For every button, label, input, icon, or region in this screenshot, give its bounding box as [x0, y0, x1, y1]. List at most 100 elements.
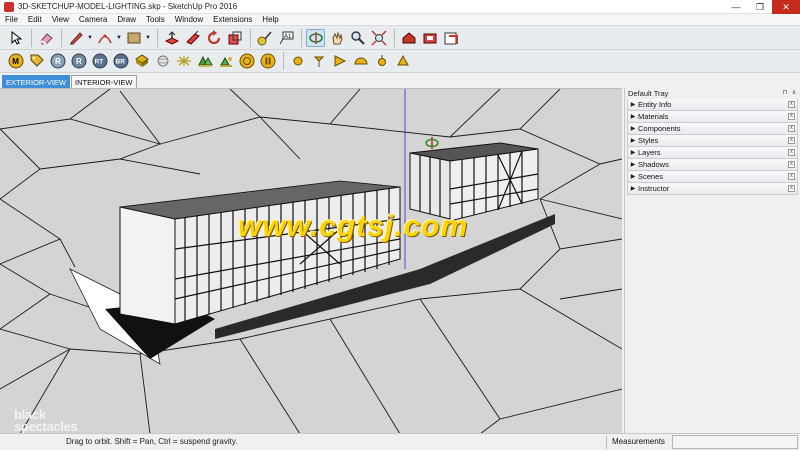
minimize-button[interactable]: — — [724, 0, 748, 14]
tray-title: Default Tray — [628, 89, 669, 98]
menu-extensions[interactable]: Extensions — [208, 14, 257, 26]
tab-interior-view[interactable]: INTERIOR-VIEW — [71, 75, 137, 88]
orbit-icon[interactable] — [306, 28, 325, 47]
plugin-light-icon[interactable] — [174, 52, 193, 70]
send-to-layout-icon[interactable] — [441, 29, 460, 47]
menu-camera[interactable]: Camera — [74, 14, 112, 26]
menu-edit[interactable]: Edit — [23, 14, 47, 26]
chevron-down-icon[interactable]: ▼ — [87, 35, 93, 41]
main-end-wall — [119, 206, 176, 325]
plugin-r2-icon[interactable]: R — [69, 52, 88, 70]
panel-components[interactable]: ▶ Components x — [627, 123, 798, 135]
expand-arrow-icon[interactable]: ▶ — [628, 161, 638, 168]
light-omni-icon[interactable] — [288, 52, 307, 70]
plugin-tree-icon[interactable] — [195, 52, 214, 70]
expand-arrow-icon[interactable]: ▶ — [628, 137, 638, 144]
panel-close-button[interactable]: x — [788, 149, 795, 156]
maximize-button[interactable]: ❐ — [748, 0, 772, 14]
expand-arrow-icon[interactable]: ▶ — [628, 113, 638, 120]
extension-warehouse-icon[interactable] — [420, 29, 439, 47]
plugin-material-icon[interactable] — [132, 52, 151, 70]
panel-label: Styles — [638, 136, 659, 145]
panel-entity-info[interactable]: ▶ Entity Info x — [627, 99, 798, 111]
panel-close-button[interactable]: x — [788, 161, 795, 168]
warehouse-icon[interactable] — [399, 29, 418, 47]
push-pull-icon[interactable] — [162, 29, 181, 47]
plugin-tag-icon[interactable] — [27, 52, 46, 70]
plugin-r-icon[interactable]: R — [48, 52, 67, 70]
expand-arrow-icon[interactable]: ▶ — [628, 173, 638, 180]
scene-tabs: EXTERIOR-VIEW INTERIOR-VIEW — [0, 73, 622, 88]
panel-materials[interactable]: ▶ Materials x — [627, 111, 798, 123]
model-viewport[interactable] — [0, 88, 622, 433]
arc-icon[interactable] — [95, 29, 114, 47]
zoom-extents-icon[interactable] — [369, 29, 388, 47]
tab-exterior-view[interactable]: EXTERIOR-VIEW — [2, 75, 71, 88]
status-bar: Drag to orbit. Shift = Pan, Ctrl = suspe… — [0, 433, 800, 450]
window-controls: — ❐ ✕ — [724, 0, 800, 14]
eraser-icon[interactable] — [36, 29, 55, 47]
pin-icon[interactable]: ⊓ — [781, 89, 789, 97]
expand-arrow-icon[interactable]: ▶ — [628, 101, 638, 108]
close-button[interactable]: ✕ — [772, 0, 800, 14]
light-sun-icon[interactable] — [330, 52, 349, 70]
tray-close-button[interactable]: x — [790, 89, 798, 97]
chevron-down-icon[interactable]: ▼ — [145, 35, 151, 41]
svg-text:R: R — [76, 57, 82, 66]
follow-me-icon[interactable] — [183, 29, 202, 47]
tape-measure-icon[interactable] — [255, 29, 274, 47]
panel-close-button[interactable]: x — [788, 113, 795, 120]
expand-arrow-icon[interactable]: ▶ — [628, 185, 638, 192]
panel-close-button[interactable]: x — [788, 101, 795, 108]
plugin-rt-icon[interactable]: RT — [90, 52, 109, 70]
menu-help[interactable]: Help — [257, 14, 283, 26]
pan-icon[interactable] — [327, 29, 346, 47]
plugin-group-icon[interactable] — [216, 52, 235, 70]
panel-label: Layers — [638, 148, 661, 157]
toolbar-separator — [157, 28, 158, 47]
plugin-pause-icon[interactable] — [258, 52, 277, 70]
measurements-input[interactable] — [672, 435, 798, 449]
chevron-down-icon[interactable]: ▼ — [116, 35, 122, 41]
svg-text:BR: BR — [115, 59, 125, 66]
panel-close-button[interactable]: x — [788, 173, 795, 180]
panel-layers[interactable]: ▶ Layers x — [627, 147, 798, 159]
zoom-icon[interactable] — [348, 29, 367, 47]
rotate-icon[interactable] — [204, 29, 223, 47]
expand-arrow-icon[interactable]: ▶ — [628, 125, 638, 132]
light-mesh-icon[interactable] — [393, 52, 412, 70]
rectangle-icon[interactable] — [124, 29, 143, 47]
plugin-target-icon[interactable] — [237, 52, 256, 70]
menu-window[interactable]: Window — [170, 14, 208, 26]
light-spot-icon[interactable] — [309, 52, 328, 70]
plugin-br-icon[interactable]: BR — [111, 52, 130, 70]
text-label-icon[interactable]: A1 — [276, 29, 295, 47]
panel-label: Scenes — [638, 172, 664, 181]
panel-styles[interactable]: ▶ Styles x — [627, 135, 798, 147]
menu-tools[interactable]: Tools — [141, 14, 170, 26]
panel-instructor[interactable]: ▶ Instructor x — [627, 183, 798, 195]
tray-controls: ⊓ x — [780, 89, 798, 97]
tray-header: Default Tray ⊓ x — [625, 88, 800, 99]
light-ies-icon[interactable] — [372, 52, 391, 70]
plugin-sphere-icon[interactable] — [153, 52, 172, 70]
toolbar-separator — [283, 52, 284, 70]
plugin-m-icon[interactable]: M — [6, 52, 25, 70]
panel-close-button[interactable]: x — [788, 185, 795, 192]
panel-scenes[interactable]: ▶ Scenes x — [627, 171, 798, 183]
menu-draw[interactable]: Draw — [112, 14, 141, 26]
panel-close-button[interactable]: x — [788, 137, 795, 144]
expand-arrow-icon[interactable]: ▶ — [628, 149, 638, 156]
panel-close-button[interactable]: x — [788, 125, 795, 132]
sketchup-app-icon — [4, 1, 14, 12]
svg-text:A1: A1 — [284, 34, 292, 40]
panel-shadows[interactable]: ▶ Shadows x — [627, 159, 798, 171]
menu-file[interactable]: File — [0, 14, 23, 26]
viewport-canvas[interactable] — [0, 89, 622, 433]
pencil-line-icon[interactable] — [66, 29, 85, 47]
toolbar-separator — [394, 28, 395, 47]
scale-icon[interactable] — [225, 29, 244, 47]
select-arrow-icon[interactable] — [6, 29, 25, 47]
menu-view[interactable]: View — [47, 14, 74, 26]
light-dome-icon[interactable] — [351, 52, 370, 70]
